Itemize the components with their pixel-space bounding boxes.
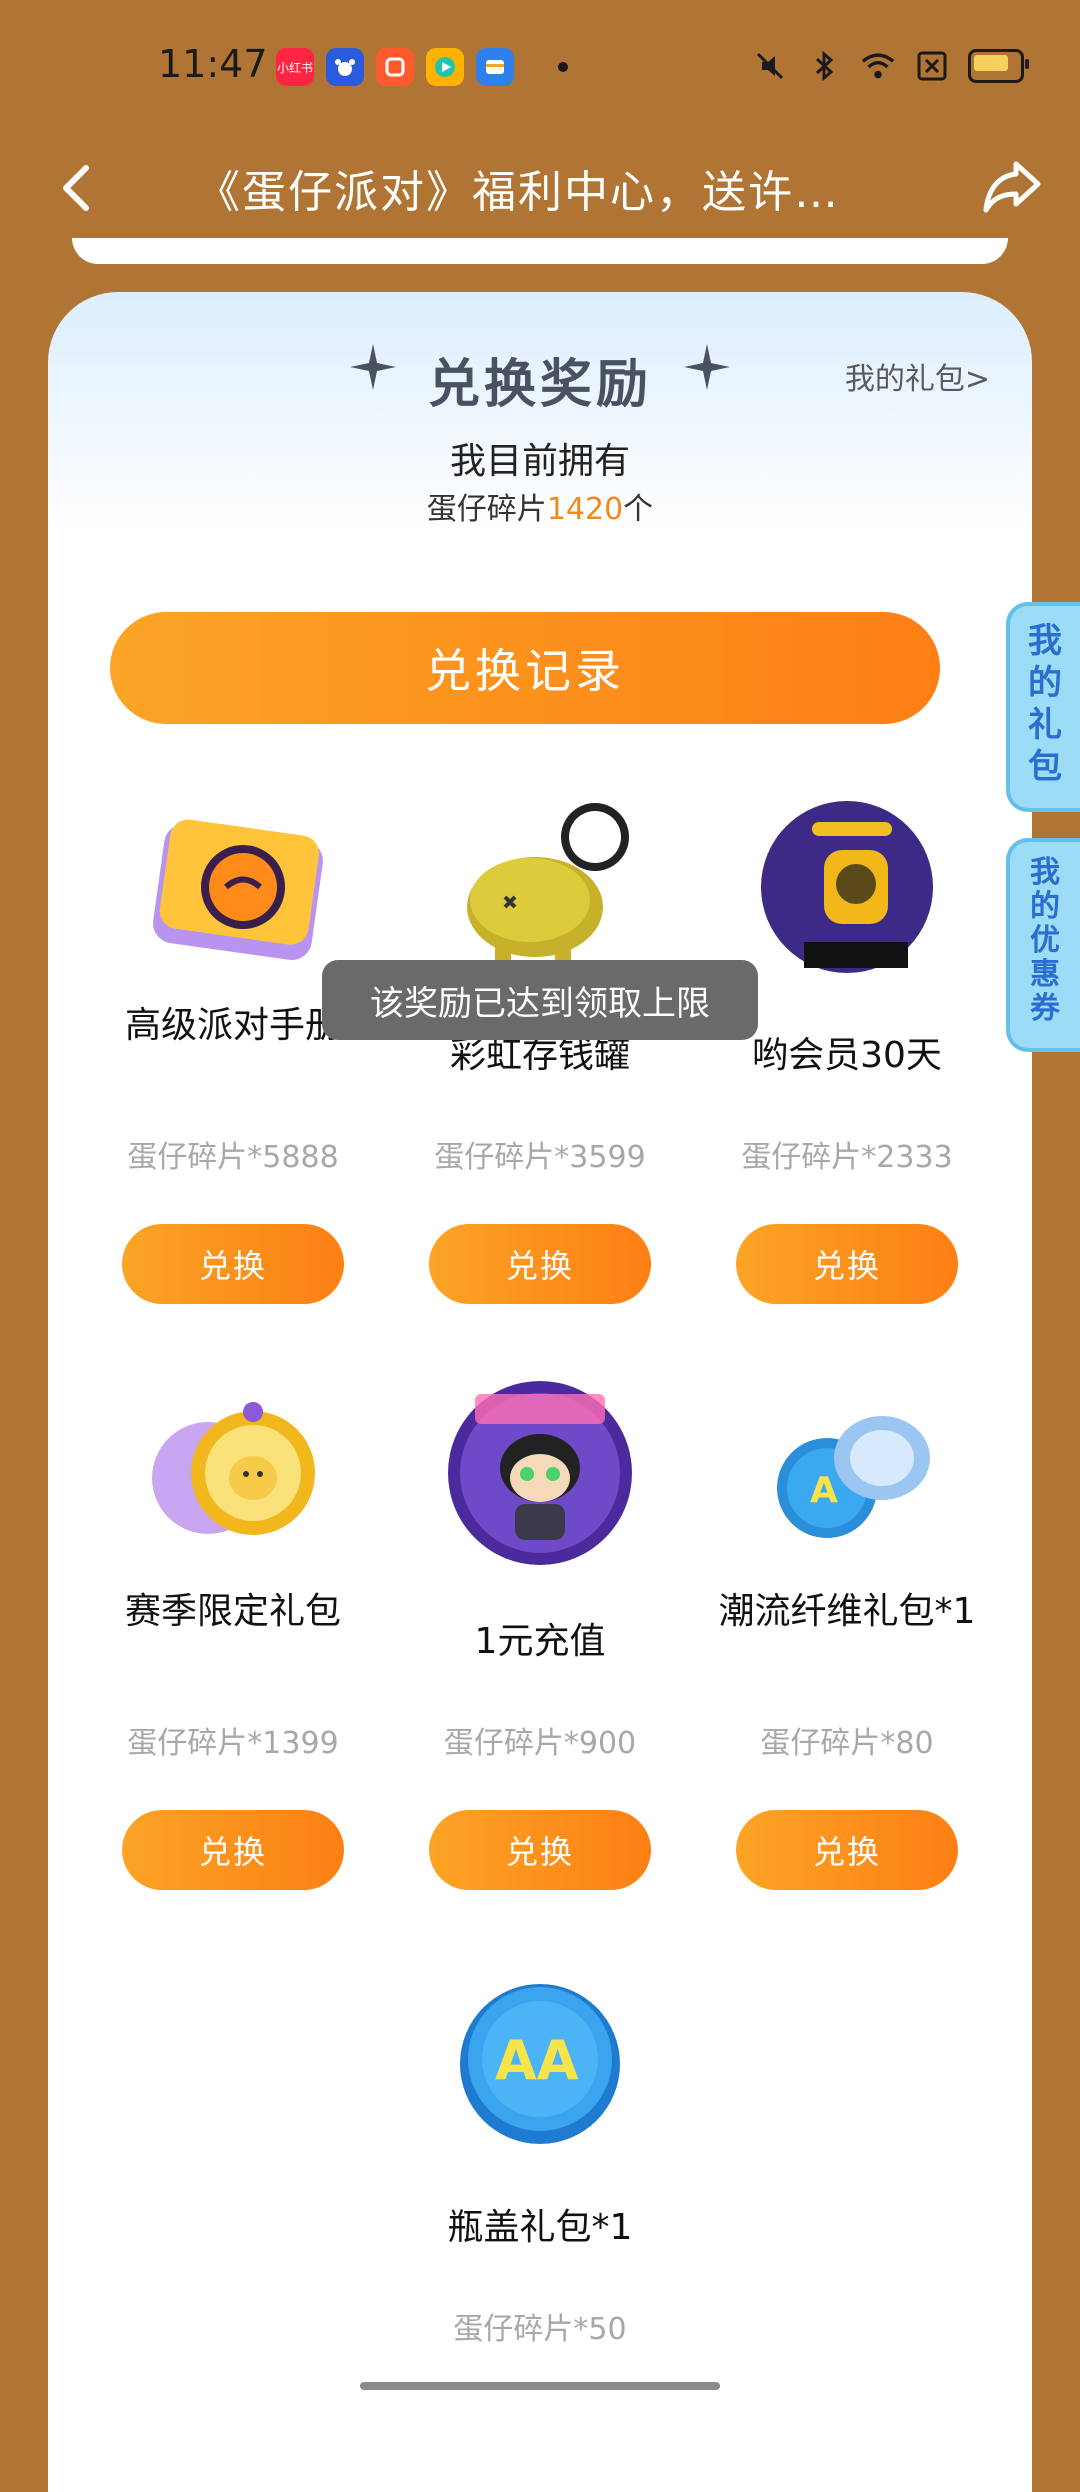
- chevron-left-icon: [63, 165, 89, 211]
- reward-name: 潮流纤维礼包*1: [718, 1591, 976, 1632]
- svg-text:A: A: [810, 1470, 838, 1511]
- rainbow-piggy-bank-image: [467, 803, 629, 962]
- side-tab-my-coupons[interactable]: 我的优惠券: [1006, 838, 1080, 1052]
- reward-price: 蛋仔碎片*1399: [127, 1726, 339, 1761]
- home-indicator[interactable]: [360, 2382, 720, 2390]
- side-tab-label: 我的优惠券: [1030, 855, 1060, 1026]
- reward-name: 1元充值: [474, 1621, 606, 1662]
- exchange-record-button[interactable]: 兑换记录: [110, 612, 940, 724]
- reward-price: 蛋仔碎片*50: [453, 2312, 627, 2347]
- membership-image: [761, 801, 933, 973]
- own-amount: 1420: [546, 492, 624, 527]
- reward-price: 蛋仔碎片*5888: [127, 1140, 339, 1175]
- side-tab-label: 我的礼包: [1028, 621, 1062, 787]
- system-icons: [752, 48, 1029, 84]
- notification-app-icons: 小红书: [276, 48, 514, 86]
- redeem-button[interactable]: 兑换: [736, 1224, 958, 1304]
- status-bar: 11:47 小红书: [0, 0, 1080, 136]
- wifi-icon: [860, 48, 896, 84]
- sim-icon: [914, 48, 950, 84]
- sparkle-icon: [684, 344, 730, 390]
- svg-text:AA: AA: [495, 2029, 579, 2092]
- wallet-icon: [476, 48, 514, 86]
- party-handbook-image: [153, 819, 323, 960]
- status-time: 11:47: [158, 42, 268, 86]
- reward-item: A 潮流纤维礼包*1 蛋仔碎片*80 兑换: [692, 1378, 1002, 1898]
- recharge-image: [448, 1381, 632, 1565]
- reward-item: AA 瓶盖礼包*1 蛋仔碎片*50: [385, 1964, 695, 2384]
- card-title: 兑换奖励: [427, 355, 652, 415]
- video-icon: [426, 48, 464, 86]
- side-tab-my-gifts[interactable]: 我的礼包: [1006, 602, 1080, 812]
- redeem-button[interactable]: 兑换: [736, 1810, 958, 1890]
- share-icon: [983, 161, 1041, 213]
- shop-icon: [376, 48, 414, 86]
- share-button[interactable]: [980, 154, 1044, 218]
- battery-icon: [968, 49, 1029, 83]
- season-gift-pack-image: [152, 1402, 315, 1535]
- reward-item: 彩虹存钱罐 蛋仔碎片*3599 兑换: [385, 792, 695, 1312]
- own-label: 我目前拥有: [449, 441, 630, 482]
- reward-price: 蛋仔碎片*80: [760, 1726, 934, 1761]
- xiaohongshu-icon: 小红书: [276, 48, 314, 86]
- mute-icon: [752, 48, 788, 84]
- bottle-cap-gift-image: AA: [460, 1984, 620, 2144]
- back-button[interactable]: [50, 158, 110, 218]
- reward-price: 蛋仔碎片*2333: [741, 1140, 953, 1175]
- reward-item: 高级派对手册 蛋仔碎片*5888 兑换: [78, 792, 388, 1312]
- reward-item: 赛季限定礼包 蛋仔碎片*1399 兑换: [78, 1378, 388, 1898]
- redeem-button[interactable]: 兑换: [429, 1224, 651, 1304]
- my-gift-link[interactable]: 我的礼包>: [845, 354, 990, 398]
- redeem-button[interactable]: 兑换: [429, 1810, 651, 1890]
- more-notifications-dot: [558, 62, 568, 72]
- reward-item: 1元充值 蛋仔碎片*900 兑换: [385, 1378, 695, 1898]
- reward-price: 蛋仔碎片*3599: [434, 1140, 646, 1175]
- exchange-reward-card: 兑换奖励 我的礼包> 我目前拥有 蛋仔碎片1420个 兑换记录 高级派对手册 蛋…: [48, 292, 1032, 2492]
- own-suffix: 个: [623, 492, 654, 527]
- bluetooth-icon: [806, 48, 842, 84]
- redeem-button[interactable]: 兑换: [122, 1224, 344, 1304]
- reward-price: 蛋仔碎片*900: [443, 1726, 637, 1761]
- redeem-button[interactable]: 兑换: [122, 1810, 344, 1890]
- reward-name: 赛季限定礼包: [124, 1591, 341, 1632]
- page-title: 《蛋仔派对》福利中心，送许…: [196, 167, 840, 218]
- own-fragment-count: 蛋仔碎片1420个: [48, 484, 1032, 528]
- previous-section-edge: [72, 238, 1008, 264]
- own-prefix: 蛋仔碎片: [426, 492, 547, 527]
- reward-item: 哟会员30天 蛋仔碎片*2333 兑换: [692, 792, 1002, 1312]
- reward-name: 瓶盖礼包*1: [447, 2207, 633, 2248]
- toast-message: 该奖励已达到领取上限: [322, 960, 758, 1040]
- trend-fiber-gift-image: A: [777, 1416, 930, 1538]
- baidu-icon: [326, 48, 364, 86]
